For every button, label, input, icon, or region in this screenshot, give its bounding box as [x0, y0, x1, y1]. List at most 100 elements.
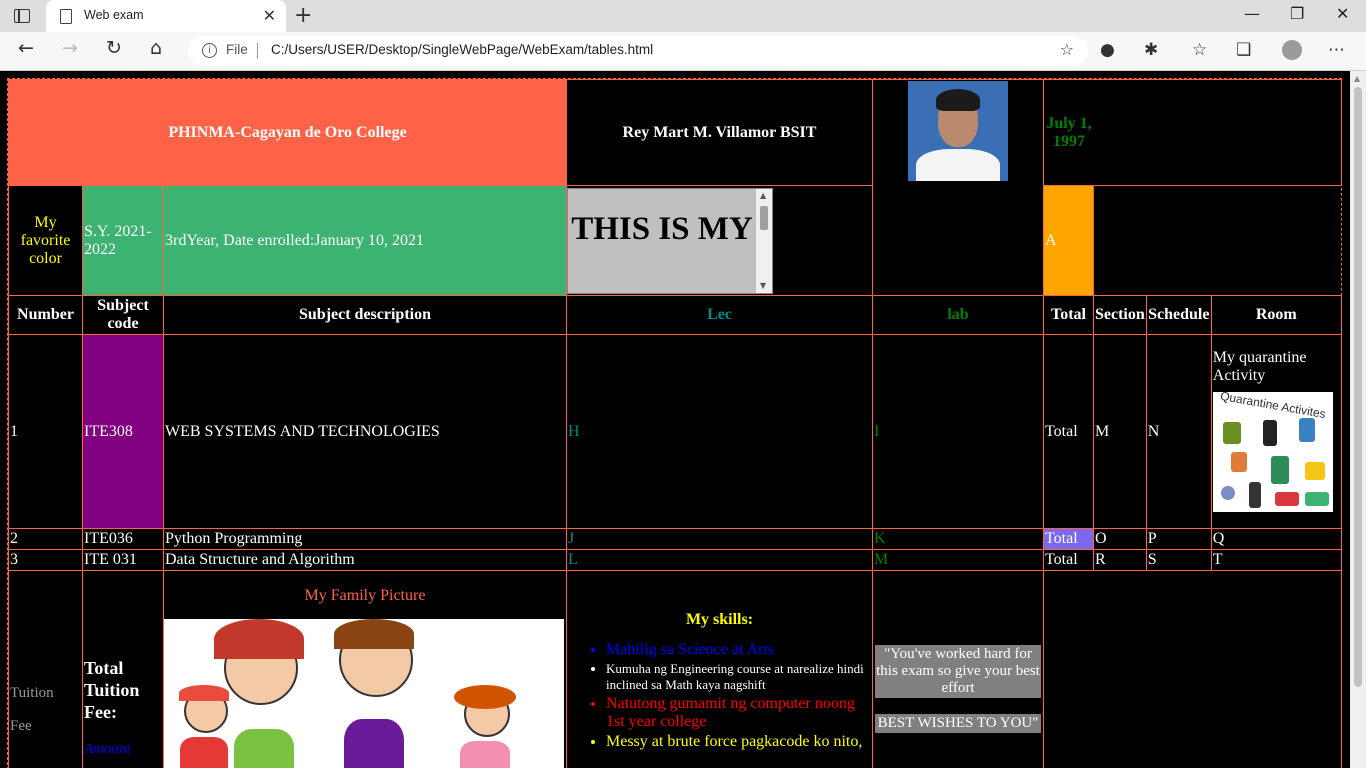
row-schedule: P [1145, 528, 1212, 550]
add-favorite-icon[interactable]: ☆ [1060, 40, 1074, 59]
close-tab-icon[interactable]: ✕ [263, 6, 276, 25]
back-icon[interactable]: ← [18, 37, 34, 59]
row-schedule: S [1145, 549, 1212, 571]
row-room: T [1210, 549, 1342, 571]
row-room: My quarantine Activity Quarantine Activi… [1210, 334, 1342, 529]
quarantine-image: Quarantine Activites [1212, 392, 1333, 512]
minimize-icon[interactable]: — [1244, 4, 1260, 23]
row-lab: M [872, 549, 1044, 571]
page-scrollbar[interactable]: ▲ [1350, 71, 1366, 768]
skill-item: Mahilig sa Science at Arts [606, 641, 871, 659]
scrolling-textbox[interactable]: THIS IS MY ▲ ▼ [567, 187, 773, 294]
url-text[interactable]: C:/Users/USER/Desktop/SingleWebPage/WebE… [271, 42, 653, 57]
scrollbar-thumb[interactable] [1354, 87, 1362, 687]
row-lec: H [566, 334, 873, 529]
row-room: Q [1210, 528, 1342, 550]
more-menu-icon[interactable]: ⋯ [1328, 40, 1345, 60]
blank-header-cell [1094, 186, 1342, 296]
photo-cell [872, 79, 1044, 296]
tab-actions-icon[interactable] [12, 7, 32, 25]
col-schedule: Schedule [1145, 295, 1212, 335]
row-code: ITE036 [82, 528, 164, 550]
row-total: Total [1043, 528, 1094, 550]
tuition-label-cell: Tuition Fee [8, 570, 83, 768]
family-cell: My Family Picture [163, 570, 567, 768]
school-year-cell: S.Y. 2021-2022 [82, 185, 164, 296]
blank-footer-cell [1043, 570, 1342, 768]
row-section: R [1093, 549, 1147, 571]
row-lab: K [872, 528, 1044, 550]
col-total: Total [1043, 295, 1094, 335]
restore-icon[interactable]: ❐ [1290, 4, 1304, 23]
collections-icon[interactable]: ❏ [1236, 40, 1251, 60]
row-description: Python Programming [163, 528, 567, 550]
birthdate-text: July 1, 1997 [1046, 114, 1092, 150]
info-icon[interactable]: i [202, 43, 217, 58]
favorites-icon[interactable]: ☆ [1192, 40, 1207, 60]
total-tuition-label: Total Tuition Fee: [84, 658, 140, 722]
family-caption: My Family Picture [304, 587, 426, 604]
skill-item: Kumuha ng Engineering course at narealiz… [606, 661, 871, 693]
row-section: O [1093, 528, 1147, 550]
col-lab: lab [872, 295, 1044, 335]
quote-cell: "You've worked hard for this exam so giv… [872, 570, 1044, 768]
col-subject-description: Subject description [163, 295, 567, 335]
quote-text-2: BEST WISHES TO YOU" [875, 714, 1041, 733]
skill-item: Natutong gumamit ng computer noong 1st y… [606, 695, 871, 731]
refresh-icon[interactable]: ↻ [106, 37, 122, 59]
row-description: Data Structure and Algorithm [163, 549, 567, 571]
family-picture [164, 619, 564, 768]
new-tab-icon[interactable]: + [294, 3, 312, 28]
row-lab: I [872, 334, 1044, 529]
tab-title: Web exam [84, 8, 144, 22]
amount-label: Amount [84, 741, 131, 757]
fee-label: Fee [10, 718, 32, 734]
skills-cell: My skills: Mahilig sa Science at Arts Ku… [566, 570, 873, 768]
home-icon[interactable]: ⌂ [150, 37, 162, 59]
marquee-text: THIS IS MY [571, 210, 753, 247]
textbox-scrollbar[interactable]: ▲ ▼ [756, 188, 772, 293]
row-code: ITE308 [82, 334, 164, 529]
col-number: Number [8, 295, 83, 335]
student-name-cell: Rey Mart M. Villamor BSIT [566, 79, 873, 186]
scroll-up-icon[interactable]: ▲ [1354, 74, 1360, 83]
student-photo [908, 81, 1008, 181]
address-divider [257, 43, 258, 59]
row-code: ITE 031 [82, 549, 164, 571]
row-schedule: N [1145, 334, 1212, 529]
col-subject-code: Subject code [82, 295, 164, 335]
row-total: Total [1043, 549, 1094, 571]
close-window-icon[interactable]: ✕ [1336, 4, 1349, 23]
browser-tab[interactable]: Web exam ✕ [46, 0, 286, 32]
profile-avatar[interactable] [1282, 40, 1302, 60]
address-scheme: File [226, 42, 248, 57]
col-room: Room [1210, 295, 1342, 335]
tuition-label: Tuition [10, 685, 54, 701]
quote-text-1: "You've worked hard for this exam so giv… [875, 645, 1041, 698]
total-tuition-cell: Total Tuition Fee: Amount [82, 570, 164, 768]
row-lec: J [566, 528, 873, 550]
forward-icon[interactable]: → [62, 37, 78, 59]
year-enrolled-cell: 3rdYear, Date enrolled:January 10, 2021 [163, 185, 567, 296]
row-description: WEB SYSTEMS AND TECHNOLOGIES [163, 334, 567, 529]
tab-bar: Web exam ✕ + — ❐ ✕ [0, 0, 1366, 32]
college-cell: PHINMA-Cagayan de Oro College [8, 79, 567, 186]
row-section: M [1093, 334, 1147, 529]
row-number: 2 [8, 528, 83, 550]
extensions-icon[interactable]: ✱ [1144, 40, 1158, 60]
skills-title: My skills: [685, 611, 754, 628]
page-icon [60, 9, 72, 24]
row-total: Total [1043, 334, 1094, 529]
grade-cell: A [1043, 185, 1094, 296]
row-number: 1 [8, 334, 83, 529]
address-bar[interactable]: i File C:/Users/USER/Desktop/SingleWebPa… [188, 36, 1088, 66]
table-row: 1 ITE308 WEB SYSTEMS AND TECHNOLOGIES H … [8, 334, 1342, 529]
skill-item: Messy at brute force pagkacode ko nito, [606, 733, 871, 751]
extension-icon[interactable]: ● [1100, 40, 1115, 60]
birthdate-cell: July 1, 1997 [1043, 79, 1342, 186]
row-lec: L [566, 549, 873, 571]
row-number: 3 [8, 549, 83, 571]
quarantine-label: My quarantine Activity [1212, 349, 1307, 384]
browser-toolbar: ← → ↻ ⌂ i File C:/Users/USER/Desktop/Sin… [0, 32, 1366, 71]
marquee-cell: THIS IS MY ▲ ▼ [566, 185, 873, 296]
